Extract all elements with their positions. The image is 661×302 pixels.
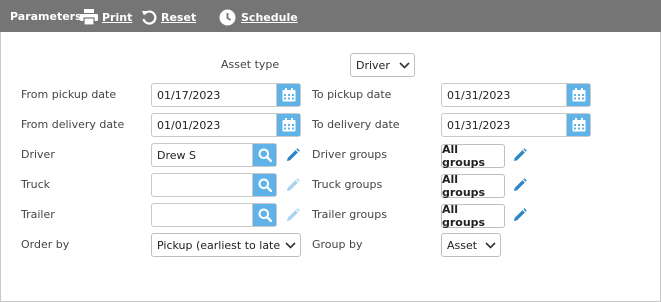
asset-type-label: Asset type: [221, 58, 280, 71]
from-pickup-date-label: From pickup date: [21, 88, 117, 101]
edit-trailer-groups-pencil-icon[interactable]: [510, 206, 528, 224]
to-delivery-date-label: To delivery date: [312, 118, 400, 131]
driver-groups-button[interactable]: All groups: [441, 143, 505, 169]
calendar-icon[interactable]: [276, 84, 300, 106]
trailer-search-field[interactable]: [151, 203, 277, 227]
from-delivery-date-label: From delivery date: [21, 118, 125, 131]
printer-icon: [80, 9, 98, 25]
search-icon[interactable]: [252, 204, 276, 226]
from-delivery-date-value: 01/01/2023: [157, 118, 221, 132]
edit-truck-pencil-icon: [283, 176, 301, 194]
reset-icon: [141, 9, 157, 25]
driver-label: Driver: [21, 148, 55, 161]
asset-type-value: Driver: [356, 58, 390, 72]
reset-label: Reset: [161, 10, 197, 24]
edit-driver-groups-pencil-icon[interactable]: [510, 146, 528, 164]
group-by-select[interactable]: Asset: [441, 233, 501, 257]
print-button[interactable]: Print: [80, 7, 132, 27]
order-by-label: Order by: [21, 238, 70, 251]
driver-search-field[interactable]: Drew S: [151, 143, 277, 167]
order-by-select[interactable]: Pickup (earliest to latest: [151, 233, 301, 257]
search-icon[interactable]: [252, 174, 276, 196]
toolbar-title: Parameters: [10, 10, 82, 23]
group-by-value: Asset: [447, 238, 478, 252]
calendar-icon[interactable]: [566, 114, 590, 136]
group-by-label: Group by: [312, 238, 363, 251]
from-pickup-date-field[interactable]: 01/17/2023: [151, 83, 301, 107]
to-pickup-date-label: To pickup date: [312, 88, 392, 101]
chevron-down-icon: [394, 61, 414, 69]
driver-value: Drew S: [157, 148, 196, 162]
from-delivery-date-field[interactable]: 01/01/2023: [151, 113, 301, 137]
trailer-label: Trailer: [21, 208, 55, 221]
edit-driver-pencil-icon[interactable]: [283, 146, 301, 164]
order-by-value: Pickup (earliest to latest: [157, 238, 280, 252]
chevron-down-icon: [280, 241, 300, 249]
truck-groups-button[interactable]: All groups: [441, 173, 505, 199]
print-label: Print: [102, 10, 133, 24]
asset-type-select[interactable]: Driver: [350, 53, 415, 77]
trailer-groups-label: Trailer groups: [312, 208, 387, 221]
chevron-down-icon: [480, 241, 500, 249]
truck-label: Truck: [21, 178, 51, 191]
to-pickup-date-field[interactable]: 01/31/2023: [441, 83, 591, 107]
toolbar: Parameters Print Reset Schedule: [0, 0, 661, 32]
search-icon[interactable]: [252, 144, 276, 166]
calendar-icon[interactable]: [566, 84, 590, 106]
calendar-icon[interactable]: [276, 114, 300, 136]
truck-search-field[interactable]: [151, 173, 277, 197]
to-delivery-date-field[interactable]: 01/31/2023: [441, 113, 591, 137]
edit-trailer-pencil-icon: [283, 206, 301, 224]
to-delivery-date-value: 01/31/2023: [447, 118, 511, 132]
schedule-label: Schedule: [241, 10, 298, 24]
schedule-button[interactable]: Schedule: [219, 7, 298, 27]
truck-groups-label: Truck groups: [312, 178, 383, 191]
clock-icon: [219, 9, 236, 26]
reset-button[interactable]: Reset: [141, 7, 196, 27]
to-pickup-date-value: 01/31/2023: [447, 88, 511, 102]
trailer-groups-button[interactable]: All groups: [441, 203, 505, 229]
from-pickup-date-value: 01/17/2023: [157, 88, 221, 102]
edit-truck-groups-pencil-icon[interactable]: [510, 176, 528, 194]
driver-groups-label: Driver groups: [312, 148, 388, 161]
